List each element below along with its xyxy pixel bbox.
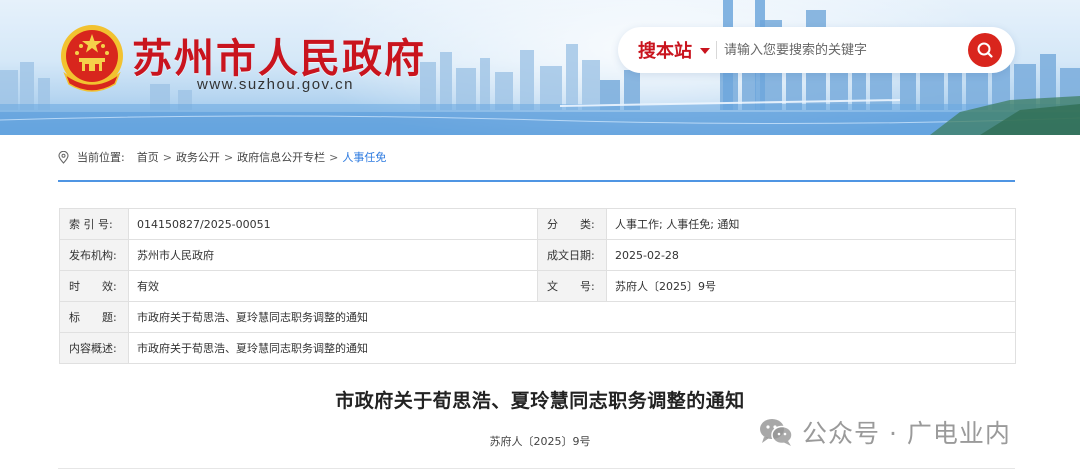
breadcrumb-separator: > [329, 150, 339, 164]
breadcrumb-separator: > [162, 150, 172, 164]
summary-value: 市政府关于荀思浩、夏玲慧同志职务调整的通知 [128, 332, 1016, 364]
search-divider [716, 41, 717, 59]
search-scope-label: 搜本站 [638, 41, 692, 62]
table-row: 发布机构: 苏州市人民政府 成文日期: 2025-02-28 [59, 239, 1016, 271]
date-value: 2025-02-28 [606, 239, 1016, 271]
search-button[interactable] [968, 33, 1002, 67]
title-value: 市政府关于荀思浩、夏玲慧同志职务调整的通知 [128, 301, 1016, 333]
breadcrumb-separator: > [223, 150, 234, 164]
article-title: 市政府关于荀思浩、夏玲慧同志职务调整的通知 [335, 390, 745, 412]
search-icon [977, 42, 993, 58]
wechat-icon [760, 419, 793, 446]
wechat-watermark: 公众号 · 广电业内 [758, 413, 1011, 451]
index-number-value: 014150827/2025-00051 [128, 208, 538, 240]
validity-value: 有效 [128, 270, 538, 302]
content-divider [58, 468, 1015, 469]
caret-down-icon [700, 48, 710, 54]
breadcrumb-label: 当前位置: [77, 151, 125, 164]
site-url: www.suzhou.gov.cn [197, 76, 354, 93]
document-info-table: 索 引 号: 014150827/2025-00051 分 类: 人事工作; 人… [59, 208, 1016, 364]
search-scope-dropdown[interactable]: 搜本站 [638, 38, 710, 62]
breadcrumb-divider [58, 180, 1015, 182]
table-row: 时 效: 有效 文 号: 苏府人〔2025〕9号 [59, 270, 1016, 302]
index-number-label: 索 引 号: [59, 208, 129, 240]
title-label: 标 题: [59, 301, 129, 333]
publisher-label: 发布机构: [59, 239, 129, 271]
breadcrumb-info-column-link[interactable]: 政府信息公开专栏 [237, 149, 325, 165]
document-number-value: 苏府人〔2025〕9号 [606, 270, 1016, 302]
breadcrumb-home-link[interactable]: 首页 [137, 149, 159, 165]
table-row: 内容概述: 市政府关于荀思浩、夏玲慧同志职务调整的通知 [59, 332, 1016, 364]
date-label: 成文日期: [537, 239, 607, 271]
summary-label: 内容概述: [59, 332, 129, 364]
breadcrumb-current-link[interactable]: 人事任免 [342, 149, 386, 165]
search-input[interactable] [724, 36, 960, 64]
watermark-text: 公众号 · 广电业内 [802, 419, 1011, 448]
validity-label: 时 效: [59, 270, 129, 302]
site-header-banner: 苏州市人民政府 www.suzhou.gov.cn 搜本站 [0, 0, 1080, 135]
publisher-value: 苏州市人民政府 [128, 239, 538, 271]
category-label: 分 类: [537, 208, 607, 240]
table-row: 索 引 号: 014150827/2025-00051 分 类: 人事工作; 人… [59, 208, 1016, 240]
location-pin-icon [58, 150, 69, 164]
breadcrumb-gov-affairs-link[interactable]: 政务公开 [176, 149, 220, 165]
search-bar: 搜本站 [618, 27, 1015, 73]
table-row: 标 题: 市政府关于荀思浩、夏玲慧同志职务调整的通知 [59, 301, 1016, 333]
document-number-label: 文 号: [537, 270, 607, 302]
national-emblem-icon [61, 25, 123, 92]
breadcrumb: 当前位置: 首页 > 政务公开 > 政府信息公开专栏 > 人事任免 [58, 149, 386, 165]
category-value: 人事工作; 人事任免; 通知 [606, 208, 1016, 240]
